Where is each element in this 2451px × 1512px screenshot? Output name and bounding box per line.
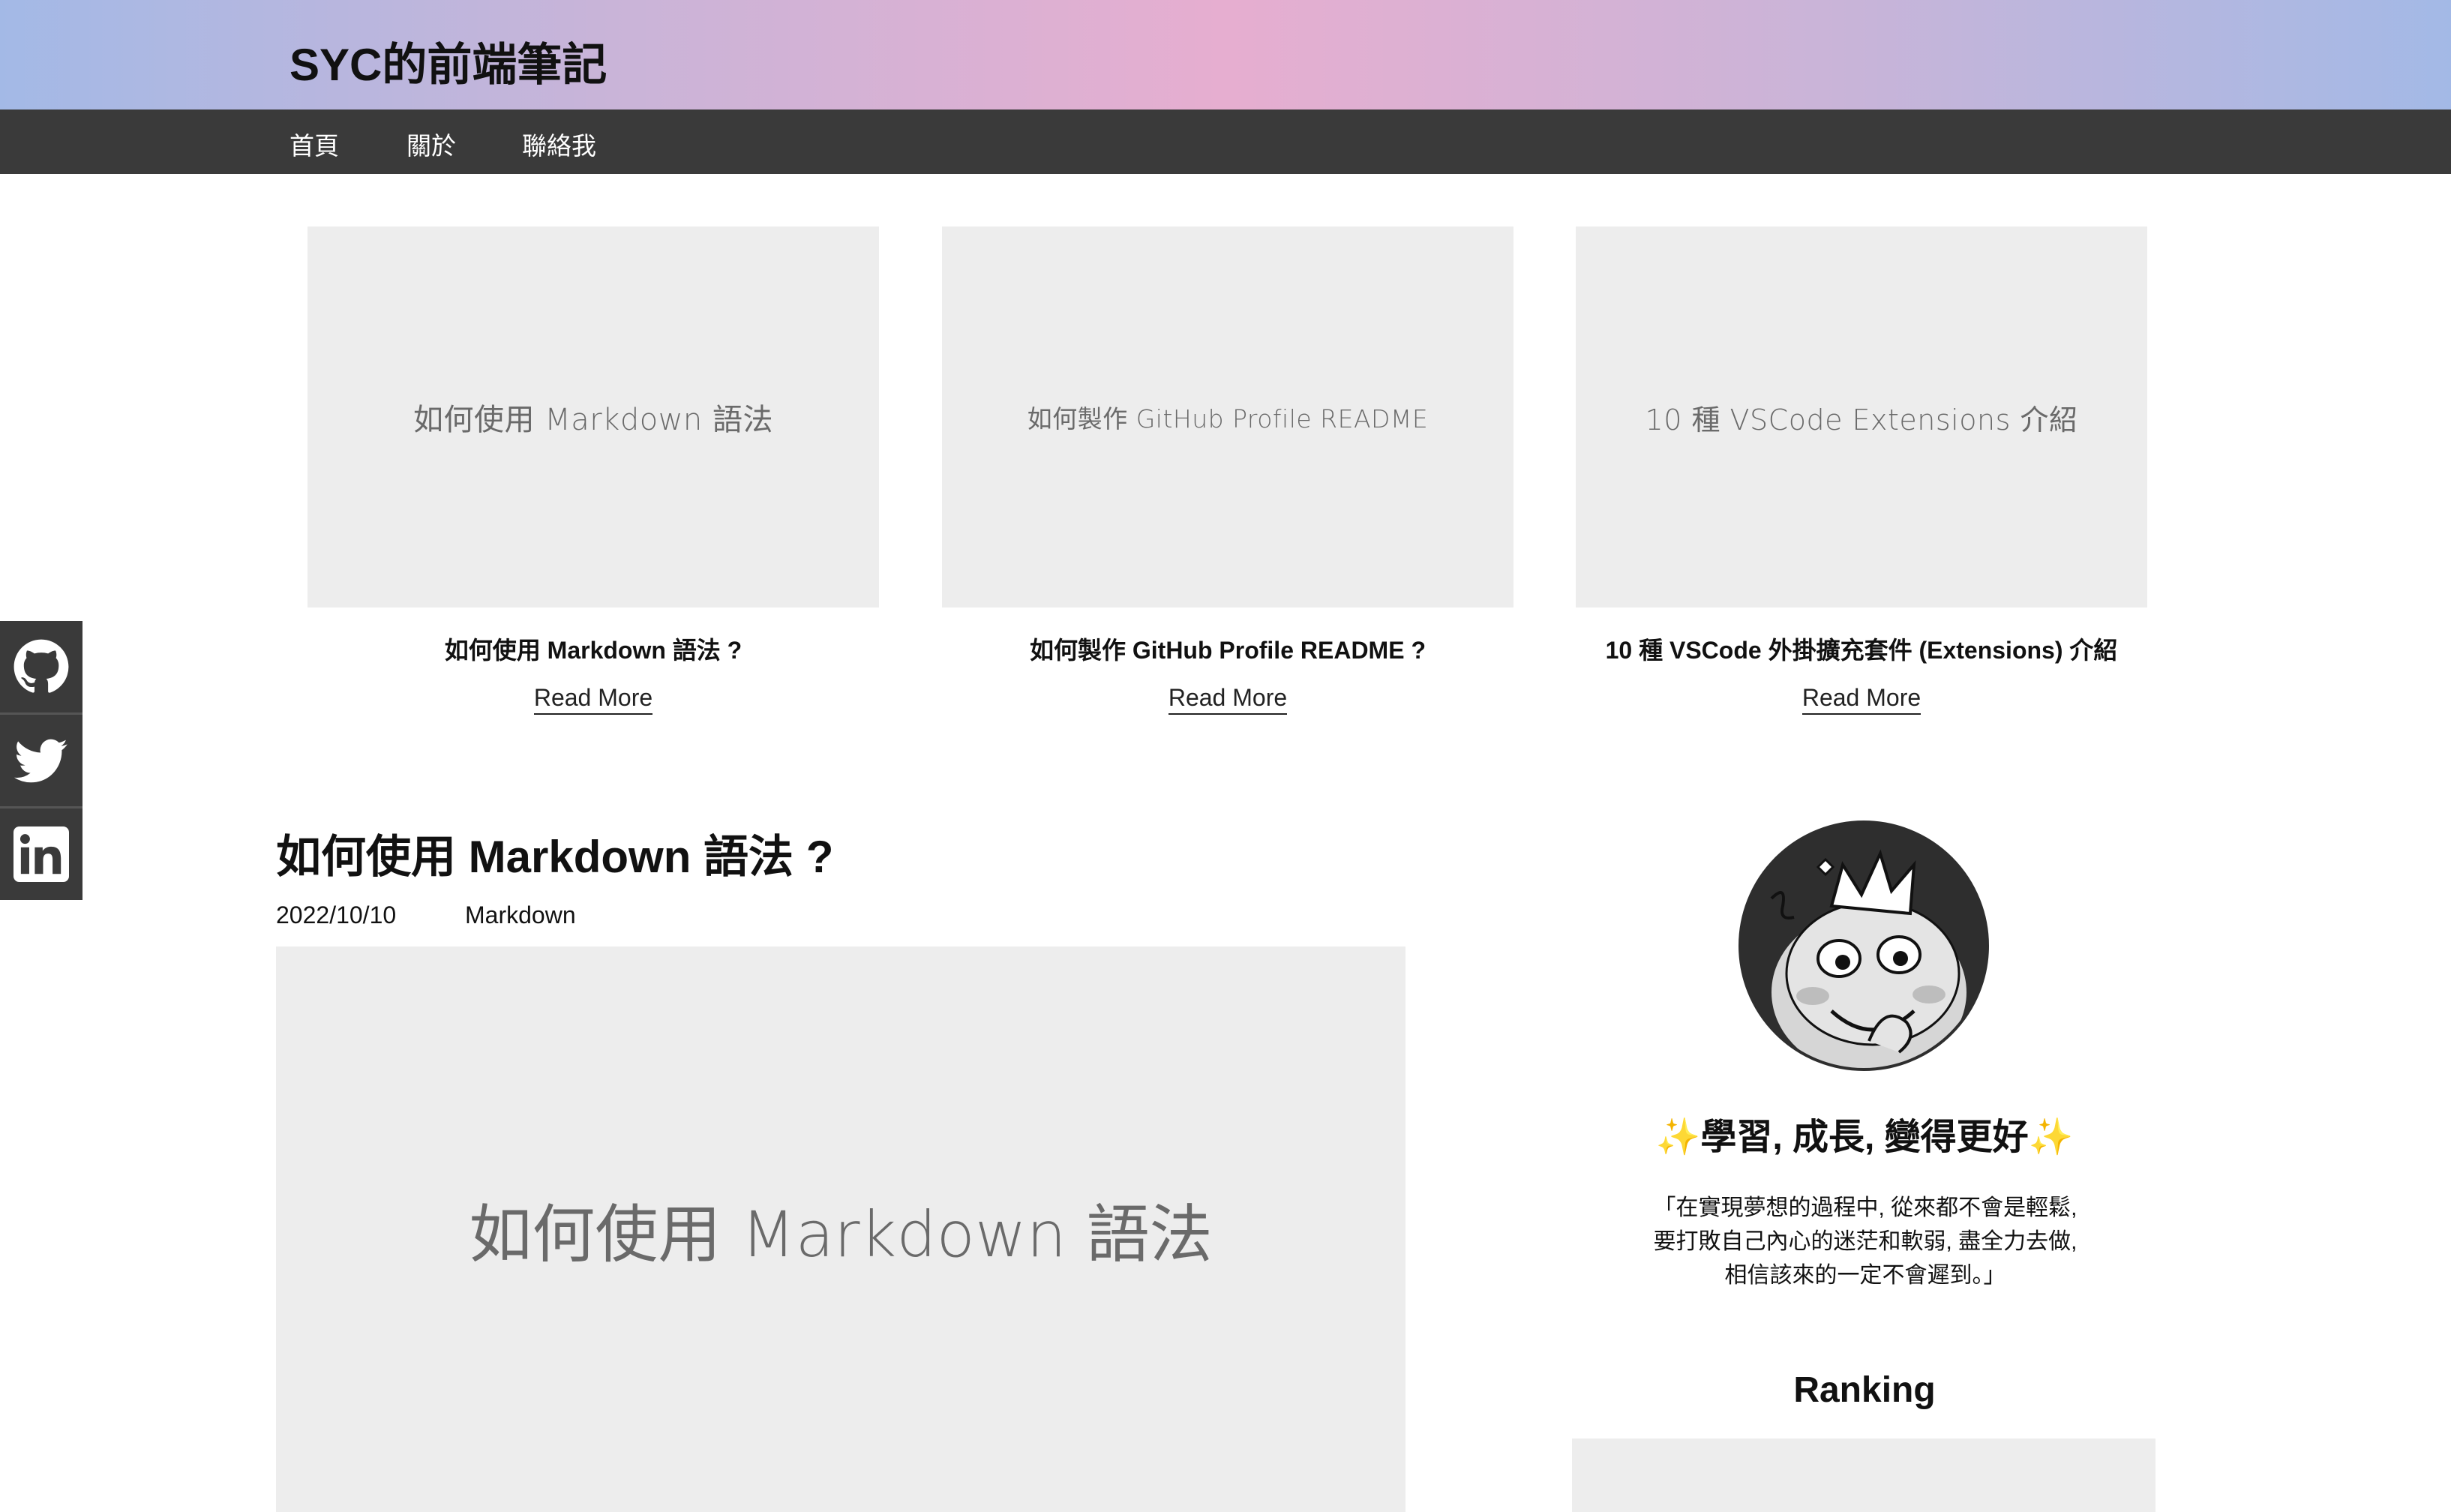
main-nav: 首頁 關於 聯絡我 [0, 110, 2451, 174]
featured-card: 如何使用 Markdown 語法 如何使用 Markdown 語法 ? Read… [308, 226, 879, 715]
sidebar-quote: 「在實現夢想的過程中, 從來都不會是輕鬆, 要打敗自己內心的迷茫和軟弱, 盡全力… [1653, 1196, 2078, 1288]
card-thumbnail[interactable]: 10 種 VSCode Extensions 介紹 [1576, 226, 2147, 608]
post-tag[interactable]: Markdown [465, 902, 576, 929]
card-thumbnail-text: 10 種 VSCode Extensions 介紹 [1645, 403, 2078, 436]
github-icon [14, 639, 69, 693]
post-title[interactable]: 如何使用 Markdown 語法 ? [276, 820, 833, 886]
sparkle-icon: ✨ [2028, 1118, 2074, 1157]
card-thumbnail-text: 如何製作 GitHub Profile README [1027, 404, 1429, 434]
linkedin-link[interactable] [0, 808, 82, 900]
featured-card: 如何製作 GitHub Profile README 如何製作 GitHub P… [942, 226, 1514, 715]
post-date: 2022/10/10 [276, 902, 397, 928]
motto-text: 學習, 成長, 變得更好 [1700, 1118, 2029, 1157]
social-sidebar [0, 621, 82, 900]
ranking-title: Ranking [1793, 1370, 1936, 1410]
frog-avatar-icon [1742, 824, 1986, 1068]
post-cover-text: 如何使用 Markdown 語法 [469, 1197, 1213, 1271]
linkedin-icon [14, 826, 69, 882]
read-more-link[interactable]: Read More [1802, 684, 1922, 715]
twitter-icon [14, 739, 68, 783]
nav-item-home[interactable]: 首頁 [290, 126, 339, 162]
site-title[interactable]: SYC的前端筆記 [290, 28, 607, 94]
ranking-panel [1572, 1438, 2156, 1512]
sidebar-motto: ✨學習, 成長, 變得更好✨ [1572, 1107, 2157, 1160]
post-cover-image: 如何使用 Markdown 語法 [276, 946, 1406, 1512]
github-link[interactable] [0, 621, 82, 712]
read-more-link[interactable]: Read More [533, 684, 653, 715]
nav-item-about[interactable]: 關於 [406, 126, 456, 162]
nav-item-contact[interactable]: 聯絡我 [522, 126, 596, 162]
featured-card: 10 種 VSCode Extensions 介紹 10 種 VSCode 外掛… [1576, 226, 2147, 715]
avatar [1738, 820, 1989, 1071]
card-thumbnail-text: 如何使用 Markdown 語法 [413, 403, 773, 437]
card-title[interactable]: 如何製作 GitHub Profile README ? [942, 632, 1514, 666]
card-title[interactable]: 如何使用 Markdown 語法 ? [308, 632, 879, 666]
site-header: SYC的前端筆記 [0, 0, 2451, 110]
twitter-link[interactable] [0, 715, 82, 806]
card-thumbnail[interactable]: 如何製作 GitHub Profile README [942, 226, 1514, 608]
read-more-link[interactable]: Read More [1168, 684, 1288, 715]
card-thumbnail[interactable]: 如何使用 Markdown 語法 [308, 226, 879, 608]
sparkle-icon: ✨ [1655, 1118, 1701, 1157]
card-title[interactable]: 10 種 VSCode 外掛擴充套件 (Extensions) 介紹 [1576, 632, 2147, 666]
